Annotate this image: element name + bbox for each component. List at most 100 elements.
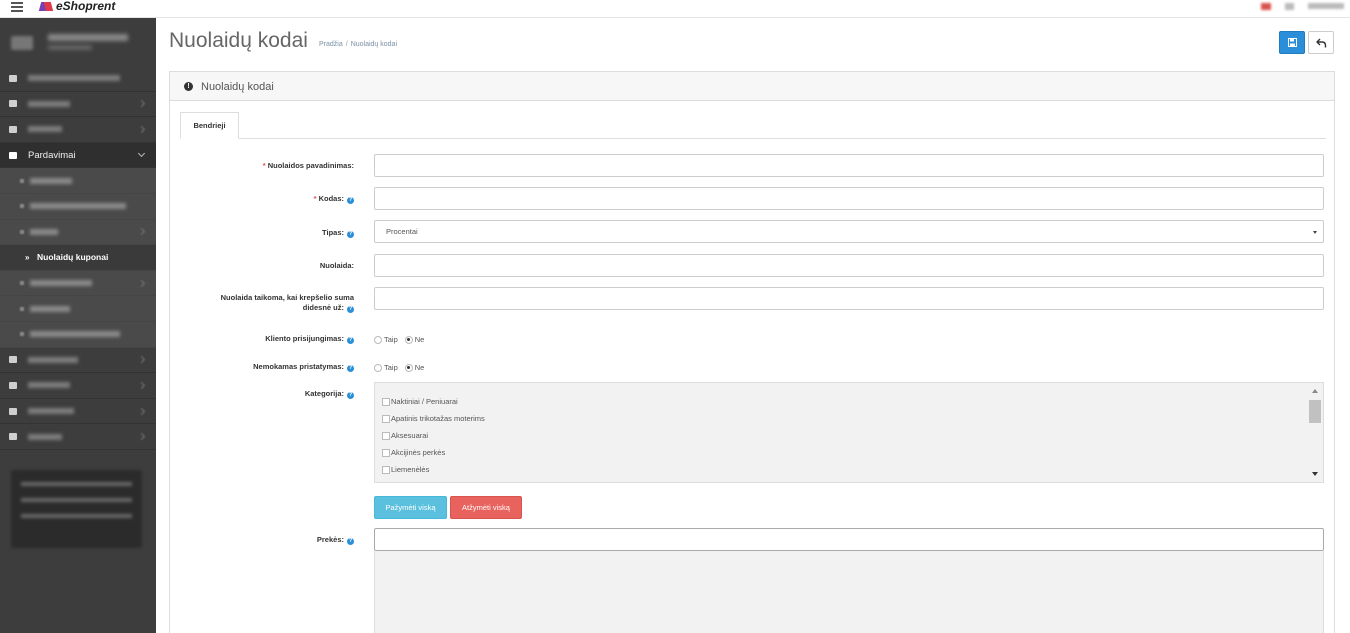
panel-title: Nuolaidų kodai [201, 81, 274, 93]
category-checkbox[interactable] [382, 397, 390, 406]
discount-input[interactable] [374, 254, 1324, 277]
help-icon[interactable]: ? [347, 197, 354, 204]
submenu-item-label [30, 228, 58, 235]
type-select[interactable]: Procentai [374, 220, 1324, 243]
submenu-item-3[interactable] [0, 219, 156, 246]
help-icon[interactable]: ? [347, 306, 354, 313]
sales-submenu: » Nuolaidų kuponai [0, 168, 156, 348]
category-checkbox[interactable] [382, 414, 390, 423]
sidebar-profile [0, 18, 156, 66]
cart-icon [9, 151, 17, 159]
login-yes-radio[interactable] [374, 335, 382, 344]
help-icon[interactable]: ? [347, 365, 354, 372]
submenu-item-label [30, 280, 92, 287]
products-label-text: Prekės: [316, 535, 344, 544]
sidebar-item-sales[interactable]: Pardavimai [0, 142, 156, 169]
products-input[interactable] [374, 528, 1324, 551]
chevron-right-icon [137, 279, 146, 287]
category-item-label: Apatinis trikotažas moterims [391, 414, 485, 423]
scroll-up-icon[interactable] [1312, 389, 1318, 393]
chevron-right-icon [137, 228, 146, 236]
chevron-down-icon [137, 149, 146, 157]
category-checkbox[interactable] [382, 465, 390, 474]
language-flag-icon[interactable] [1261, 2, 1271, 10]
sidebar-item-label [28, 100, 70, 107]
top-bar: eShoprent [0, 0, 1350, 18]
deselect-all-button[interactable]: Atžymėti viską [450, 496, 522, 519]
threshold-input[interactable] [374, 287, 1324, 310]
logo[interactable]: eShoprent [40, 0, 115, 13]
wrench-icon [9, 407, 17, 415]
submenu-item-6[interactable] [0, 296, 156, 322]
menu-toggle-icon[interactable] [11, 2, 23, 12]
products-label: Prekės:? [317, 535, 354, 545]
sidebar-item-8[interactable] [0, 424, 156, 450]
submenu-item-5[interactable] [0, 270, 156, 297]
submenu-item-1[interactable] [0, 168, 156, 194]
login-no-radio[interactable] [404, 335, 413, 344]
profile-name [48, 34, 128, 41]
category-checkbox[interactable] [382, 431, 390, 440]
help-icon[interactable]: ? [347, 337, 354, 344]
shipping-yes-radio[interactable] [374, 363, 382, 372]
submenu-item-2[interactable] [0, 193, 156, 220]
scroll-thumb[interactable] [1309, 400, 1321, 423]
chevron-right-icon [137, 433, 146, 441]
sidebar-item-label [28, 408, 74, 415]
category-item-label: Aksesuarai [391, 431, 429, 440]
save-button[interactable] [1279, 31, 1305, 54]
type-select-value: Procentai [386, 227, 418, 236]
threshold-label-line2: didesnė už: [302, 303, 344, 312]
back-button[interactable] [1308, 31, 1334, 54]
name-input[interactable] [374, 154, 1324, 177]
shipping-no-radio[interactable] [404, 363, 413, 372]
breadcrumb-home[interactable]: Pradžia [319, 41, 343, 48]
submenu-item-7[interactable] [0, 321, 156, 348]
category-item-label: Akcijinės perkės [391, 448, 446, 457]
shipping-label: Nemokamas pristatymas:? [253, 362, 354, 372]
sidebar-item-3[interactable] [0, 117, 156, 143]
avatar [11, 36, 33, 50]
category-item[interactable]: Liemenėlės [382, 465, 429, 474]
main-content: Nuolaidų kodai Pradžia / Nuolaidų kodai ! … [156, 18, 1350, 633]
category-checkbox[interactable] [382, 448, 390, 457]
notifications-icon[interactable] [1285, 2, 1294, 10]
sidebar-item-2[interactable] [0, 92, 156, 118]
shipping-no-label: Ne [414, 363, 425, 372]
sidebar-item-6[interactable] [0, 373, 156, 399]
category-item[interactable]: Naktiniai / Peniuarai [382, 397, 458, 406]
submenu-bullet-icon [20, 281, 24, 286]
undo-icon [1316, 38, 1327, 48]
sidebar-item-5[interactable] [0, 348, 156, 374]
help-icon[interactable]: ? [347, 392, 354, 399]
help-icon[interactable]: ? [347, 231, 354, 238]
sidebar-item-7[interactable] [0, 399, 156, 425]
category-item[interactable]: Apatinis trikotažas moterims [382, 414, 485, 423]
category-scrollbar[interactable] [1308, 384, 1322, 481]
category-list[interactable]: Naktiniai / Peniuarai Apatinis trikotaža… [374, 382, 1324, 483]
category-item[interactable]: Aksesuarai [382, 431, 428, 440]
type-label: Tipas:? [322, 228, 354, 238]
panel-header: ! Nuolaidų kodai [170, 72, 1334, 101]
submenu-bullet-icon [20, 229, 24, 234]
tab-general[interactable]: Bendrieji [180, 112, 239, 139]
code-input[interactable] [374, 187, 1324, 210]
shipping-yes-label: Taip [384, 363, 398, 372]
submenu-item-coupons[interactable]: » Nuolaidų kuponai [0, 245, 156, 271]
breadcrumb-current[interactable]: Nuolaidų kodai [351, 41, 397, 48]
category-item[interactable]: Akcijinės perkės [382, 448, 445, 457]
submenu-item-label [30, 331, 120, 338]
help-icon[interactable]: ? [347, 538, 354, 545]
breadcrumb-separator: / [345, 41, 348, 48]
coupon-panel: ! Nuolaidų kodai Bendrieji * Nuolaidos pa… [169, 71, 1335, 633]
user-menu[interactable] [1308, 3, 1344, 9]
category-item-label: Naktiniai / Peniuarai [391, 397, 458, 406]
category-item-label: Liemenėlės [391, 465, 430, 474]
profile-role [48, 45, 92, 50]
select-all-button[interactable]: Pažymėti viską [374, 496, 447, 519]
code-label-text: Kodas: [318, 194, 344, 203]
sidebar-item-1[interactable] [0, 66, 156, 92]
scroll-down-icon[interactable] [1312, 472, 1318, 476]
required-marker: * [262, 161, 266, 170]
save-icon [1288, 38, 1297, 47]
